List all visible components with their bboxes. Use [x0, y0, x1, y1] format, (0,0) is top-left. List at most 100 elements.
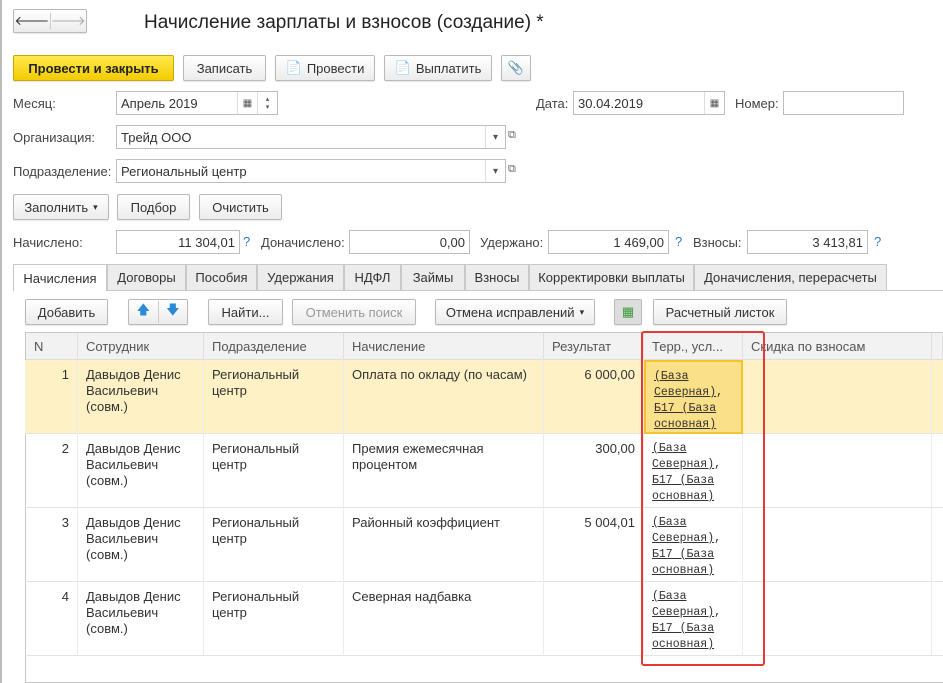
column-header-more[interactable] [932, 333, 943, 360]
tab-contributions[interactable]: Взносы [465, 264, 529, 290]
tab-payment-corrections[interactable]: Корректировки выплаты [529, 264, 694, 290]
post-and-close-button[interactable]: Провести и закрыть [13, 55, 174, 81]
nav-buttons: 🡐 🡒 [13, 9, 87, 33]
cell-accrual[interactable]: Северная надбавка [344, 582, 544, 656]
cell-more[interactable] [932, 582, 943, 656]
withheld-label: Удержано: [480, 235, 544, 250]
clear-button[interactable]: Очистить [199, 194, 282, 220]
cell-employee[interactable]: Давыдов Денис Васильевич (совм.) [78, 434, 204, 508]
cell-discount[interactable] [743, 508, 932, 582]
calendar-icon[interactable]: ▦ [237, 92, 257, 114]
cell-result[interactable]: 6 000,00 [544, 360, 644, 434]
month-value: Апрель 2019 [121, 95, 198, 111]
arrow-up-icon[interactable]: 🡅 [129, 301, 159, 323]
pay-coins-icon: 📄 [394, 60, 411, 75]
forward-arrow-icon[interactable]: 🡒 [51, 13, 87, 29]
chevron-down-icon[interactable]: ▾ [485, 126, 505, 148]
number-field[interactable] [783, 91, 904, 115]
help-icon[interactable]: ? [874, 234, 881, 249]
arrow-down-icon[interactable]: 🡇 [159, 301, 188, 323]
accrued-label: Начислено: [13, 235, 83, 250]
cell-more[interactable] [932, 508, 943, 582]
cell-employee[interactable]: Давыдов Денис Васильевич (совм.) [78, 508, 204, 582]
attach-button[interactable]: 📎 [501, 55, 531, 81]
department-field[interactable]: Региональный центр ▾ [116, 159, 506, 183]
column-header-accrual[interactable]: Начисление [344, 333, 544, 360]
open-link-icon[interactable]: ⧉ [508, 163, 516, 176]
pay-button[interactable]: 📄 Выплатить [384, 55, 492, 81]
post-button[interactable]: 📄 Провести [275, 55, 375, 81]
tab-recalculations[interactable]: Доначисления, перерасчеты [694, 264, 887, 290]
cell-dept[interactable]: Региональный центр [204, 434, 344, 508]
cell-result[interactable]: 5 004,01 [544, 508, 644, 582]
tab-accruals[interactable]: Начисления [13, 264, 107, 291]
highlight-box [641, 331, 765, 666]
chevron-down-icon[interactable]: ▾ [485, 160, 505, 182]
table-add-icon: ▦ [621, 304, 635, 319]
fill-button[interactable]: Заполнить ▾ [13, 194, 109, 220]
tab-ndfl[interactable]: НДФЛ [344, 264, 401, 290]
table-row[interactable]: 2 Давыдов Денис Васильевич (совм.) Региона… [25, 434, 943, 508]
department-value: Региональный центр [121, 163, 247, 179]
cell-dept[interactable]: Региональный центр [204, 360, 344, 434]
cancel-search-button[interactable]: Отменить поиск [292, 299, 416, 325]
help-icon[interactable]: ? [243, 234, 250, 249]
payslip-button[interactable]: Расчетный листок [653, 299, 787, 325]
column-header-employee[interactable]: Сотрудник [78, 333, 204, 360]
cell-n[interactable]: 4 [25, 582, 78, 656]
fill-label: Заполнить [24, 199, 89, 215]
cell-accrual[interactable]: Районный коэффициент [344, 508, 544, 582]
table-row[interactable]: 4 Давыдов Денис Васильевич (совм.) Региона… [25, 582, 943, 656]
add-button[interactable]: Добавить [25, 299, 108, 325]
cell-n[interactable]: 1 [25, 360, 78, 434]
cell-accrual[interactable]: Премия ежемесячная процентом [344, 434, 544, 508]
cell-more[interactable] [932, 434, 943, 508]
find-button[interactable]: Найти... [208, 299, 283, 325]
cell-discount[interactable] [743, 434, 932, 508]
save-button[interactable]: Записать [183, 55, 266, 81]
date-field[interactable]: 30.04.2019 ▦ [573, 91, 725, 115]
tab-contracts[interactable]: Договоры [107, 264, 186, 290]
select-button[interactable]: Подбор [117, 194, 190, 220]
calendar-icon[interactable]: ▦ [704, 92, 724, 114]
chevron-down-icon: ▾ [579, 306, 585, 317]
month-field[interactable]: Апрель 2019 ▦ ▴ ▾ [116, 91, 278, 115]
cell-result[interactable] [544, 582, 644, 656]
cell-n[interactable]: 2 [25, 434, 78, 508]
cell-accrual[interactable]: Оплата по окладу (по часам) [344, 360, 544, 434]
cell-dept[interactable]: Региональный центр [204, 508, 344, 582]
contributions-label: Взносы: [693, 235, 742, 250]
cell-more[interactable] [932, 360, 943, 434]
page-title: Начисление зарплаты и взносов (создание)… [144, 12, 544, 33]
tab-loans[interactable]: Займы [401, 264, 465, 290]
cell-dept[interactable]: Региональный центр [204, 582, 344, 656]
help-icon[interactable]: ? [675, 234, 682, 249]
cell-discount[interactable] [743, 360, 932, 434]
tab-benefits[interactable]: Пособия [186, 264, 257, 290]
open-link-icon[interactable]: ⧉ [508, 129, 516, 142]
back-arrow-icon[interactable]: 🡐 [14, 13, 51, 29]
extra-accrued-value: 0,00 [349, 230, 470, 254]
undo-label: Отмена исправлений [445, 304, 575, 320]
organization-field[interactable]: Трейд ООО ▾ [116, 125, 506, 149]
undo-changes-button[interactable]: Отмена исправлений ▾ [435, 299, 595, 325]
column-header-result[interactable]: Результат [544, 333, 644, 360]
table-settings-button[interactable]: ▦ [614, 299, 642, 325]
column-header-department[interactable]: Подразделение [204, 333, 344, 360]
cell-result[interactable]: 300,00 [544, 434, 644, 508]
department-label: Подразделение: [13, 164, 112, 179]
organization-label: Организация: [13, 130, 96, 145]
cell-employee[interactable]: Давыдов Денис Васильевич (совм.) [78, 360, 204, 434]
column-header-n[interactable]: N [26, 333, 78, 360]
table-row[interactable]: 3 Давыдов Денис Васильевич (совм.) Региона… [25, 508, 943, 582]
cell-employee[interactable]: Давыдов Денис Васильевич (совм.) [78, 582, 204, 656]
tab-divider [13, 290, 943, 291]
cell-discount[interactable] [743, 582, 932, 656]
tab-deductions[interactable]: Удержания [257, 264, 344, 290]
cell-n[interactable]: 3 [25, 508, 78, 582]
column-header-contribution-discount[interactable]: Скидка по взносам [743, 333, 932, 360]
move-buttons: 🡅 🡇 [128, 299, 188, 325]
month-spinner-icon[interactable]: ▴ ▾ [257, 92, 277, 114]
withheld-value: 1 469,00 [548, 230, 669, 254]
table-row[interactable]: 1 Давыдов Денис Васильевич (совм.) Региона… [25, 360, 943, 434]
